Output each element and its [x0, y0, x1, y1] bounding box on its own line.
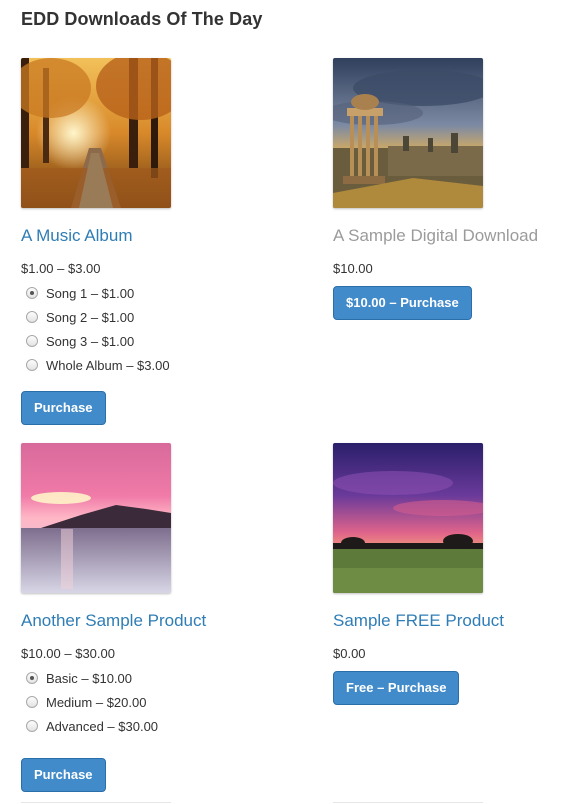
divider [21, 802, 171, 803]
product-image-sample-digital-download[interactable] [333, 58, 483, 208]
purchase-button-sample-digital-download[interactable]: $10.00 – Purchase [333, 286, 472, 320]
price-option[interactable]: Basic – $10.00 [21, 666, 281, 690]
price-option[interactable]: Song 2 – $1.00 [21, 305, 281, 329]
product-card-sample-free-product: Sample FREE Product $0.00 Free – Purchas… [333, 443, 561, 705]
purchase-button-music-album[interactable]: Purchase [21, 391, 106, 425]
radio-button-selected[interactable] [26, 672, 38, 684]
product-title-sample-digital-download[interactable]: A Sample Digital Download [333, 226, 561, 246]
section-title: EDD Downloads Of The Day [21, 9, 263, 29]
product-card-sample-digital-download: A Sample Digital Download $10.00 $10.00 … [333, 58, 561, 320]
product-price-another-sample-product: $10.00 – $30.00 [21, 646, 115, 661]
radio-button[interactable] [26, 720, 38, 732]
price-options-music-album: Song 1 – $1.00 Song 2 – $1.00 Song 3 – $… [21, 281, 281, 377]
price-option[interactable]: Advanced – $30.00 [21, 714, 281, 738]
product-image-another-sample-product[interactable] [21, 443, 171, 593]
price-option[interactable]: Whole Album – $3.00 [21, 353, 281, 377]
product-image-music-album[interactable] [21, 58, 171, 208]
radio-button[interactable] [26, 359, 38, 371]
radio-button[interactable] [26, 311, 38, 323]
price-option[interactable]: Medium – $20.00 [21, 690, 281, 714]
price-options-another-sample-product: Basic – $10.00 Medium – $20.00 Advanced … [21, 666, 281, 738]
divider [333, 802, 483, 803]
purchase-button-sample-free-product[interactable]: Free – Purchase [333, 671, 460, 705]
product-card-another-sample-product: Another Sample Product $10.00 – $30.00 B… [21, 443, 281, 792]
product-title-sample-free-product[interactable]: Sample FREE Product [333, 611, 561, 631]
radio-button[interactable] [26, 335, 38, 347]
product-title-music-album[interactable]: A Music Album [21, 226, 281, 246]
product-price-sample-digital-download: $10.00 [333, 261, 373, 276]
radio-button-selected[interactable] [26, 287, 38, 299]
price-option[interactable]: Song 1 – $1.00 [21, 281, 281, 305]
product-price-music-album: $1.00 – $3.00 [21, 261, 101, 276]
product-price-sample-free-product: $0.00 [333, 646, 366, 661]
price-option[interactable]: Song 3 – $1.00 [21, 329, 281, 353]
product-image-sample-free-product[interactable] [333, 443, 483, 593]
purchase-button-another-sample-product[interactable]: Purchase [21, 758, 106, 792]
product-title-another-sample-product[interactable]: Another Sample Product [21, 611, 281, 631]
radio-button[interactable] [26, 696, 38, 708]
product-card-music-album: A Music Album $1.00 – $3.00 Song 1 – $1.… [21, 58, 281, 425]
